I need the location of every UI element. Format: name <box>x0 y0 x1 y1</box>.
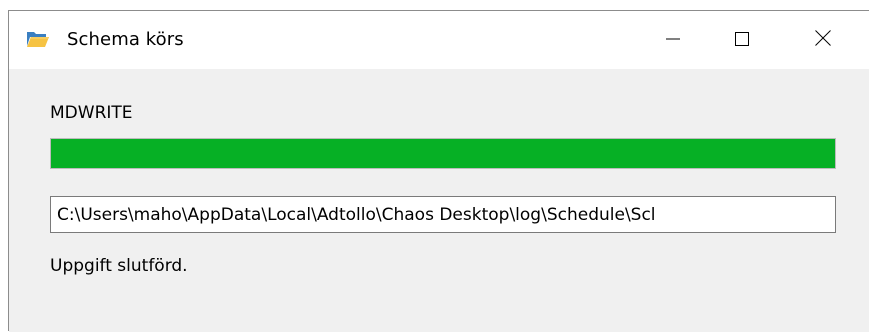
close-button[interactable] <box>800 11 846 69</box>
maximize-button[interactable] <box>719 11 765 69</box>
background-window-strip <box>0 0 869 10</box>
status-message: Uppgift slutförd. <box>50 256 188 276</box>
close-icon <box>815 30 831 50</box>
title-bar[interactable]: Schema körs <box>9 11 869 69</box>
dialog-content: MDWRITE Uppgift slutförd. <box>9 69 869 332</box>
minimize-button[interactable] <box>650 11 696 69</box>
progress-bar <box>50 138 836 169</box>
job-name-label: MDWRITE <box>50 103 133 123</box>
maximize-icon <box>735 31 749 50</box>
log-path-field[interactable] <box>50 196 836 233</box>
minimize-icon <box>666 31 680 50</box>
progress-dialog: Schema körs MDWRITE C:\Users\maho\AppDat… <box>8 10 869 332</box>
window-title: Schema körs <box>67 29 184 50</box>
background-window-edge <box>0 10 8 331</box>
progress-bar-fill <box>51 139 835 168</box>
folder-icon <box>26 29 50 49</box>
